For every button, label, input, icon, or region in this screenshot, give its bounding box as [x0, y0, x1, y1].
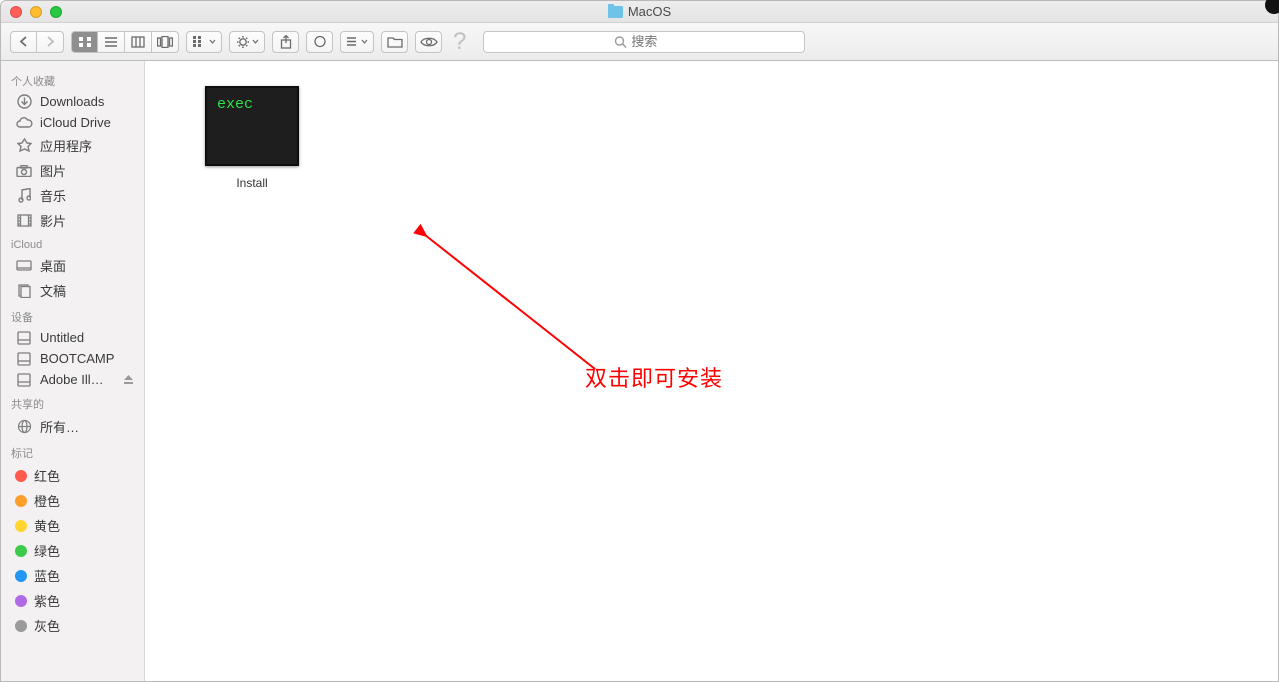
folder-icon — [608, 6, 623, 18]
sidebar-item-label: 红色 — [34, 466, 60, 485]
sidebar-item-untitled[interactable]: Untitled — [1, 327, 144, 348]
tags-button[interactable] — [306, 31, 333, 53]
eject-icon[interactable] — [123, 374, 134, 385]
sidebar-item-label: 文稿 — [40, 281, 66, 300]
sidebar-item-label: 桌面 — [40, 256, 66, 275]
gallery-view-button[interactable] — [152, 31, 179, 53]
action-button[interactable] — [229, 31, 265, 53]
sidebar-item-label: 图片 — [40, 161, 66, 180]
sidebar-item-label: 应用程序 — [40, 136, 92, 155]
sidebar-tag-red[interactable]: 红色 — [1, 463, 144, 488]
sidebar-item-desktop[interactable]: 桌面 — [1, 253, 144, 278]
sidebar-item-music[interactable]: 音乐 — [1, 183, 144, 208]
film-icon — [15, 214, 33, 227]
exec-badge-label: exec — [217, 96, 253, 113]
desktop-icon — [15, 260, 33, 272]
sidebar-item-label: 所有… — [40, 417, 79, 436]
forward-button[interactable] — [37, 31, 64, 53]
sidebar-item-label: 蓝色 — [34, 566, 60, 585]
sidebar-tag-green[interactable]: 绿色 — [1, 538, 144, 563]
sidebar-tag-orange[interactable]: 橙色 — [1, 488, 144, 513]
sidebar: 个人收藏 Downloads iCloud Drive 应用程序 图片 音乐 — [1, 61, 145, 681]
sidebar-item-all-shared[interactable]: 所有… — [1, 414, 144, 439]
sidebar-item-label: Untitled — [40, 330, 84, 345]
window-title: MacOS — [628, 4, 671, 19]
file-install[interactable]: exec Install — [205, 86, 299, 190]
sidebar-item-label: 绿色 — [34, 541, 60, 560]
tag-dot-icon — [15, 545, 27, 557]
sidebar-item-icloud-drive[interactable]: iCloud Drive — [1, 112, 144, 133]
sidebar-item-label: 橙色 — [34, 491, 60, 510]
annotation-arrow — [400, 221, 610, 391]
sidebar-item-applications[interactable]: 应用程序 — [1, 133, 144, 158]
sidebar-item-label: Adobe Ill… — [40, 372, 104, 387]
minimize-window-button[interactable] — [30, 6, 42, 18]
list-view-button[interactable] — [98, 31, 125, 53]
quick-look-button[interactable] — [415, 31, 442, 53]
tag-dot-icon — [15, 520, 27, 532]
disk-icon — [15, 331, 33, 345]
file-label: Install — [236, 176, 267, 190]
sidebar-item-label: Downloads — [40, 94, 104, 109]
music-icon — [15, 188, 33, 203]
tag-dot-icon — [15, 470, 27, 482]
disk-icon — [15, 373, 33, 387]
sidebar-item-label: 影片 — [40, 211, 66, 230]
sidebar-item-adobe[interactable]: Adobe Ill… — [1, 369, 144, 390]
view-mode-buttons — [71, 31, 179, 53]
documents-icon — [15, 284, 33, 298]
toolbar: ? — [1, 23, 1278, 61]
column-view-button[interactable] — [125, 31, 152, 53]
applications-icon — [15, 138, 33, 153]
nav-buttons — [10, 31, 64, 53]
disk-icon — [15, 352, 33, 366]
icon-view-button[interactable] — [71, 31, 98, 53]
tag-dot-icon — [15, 595, 27, 607]
sidebar-tag-purple[interactable]: 紫色 — [1, 588, 144, 613]
download-icon — [15, 94, 33, 109]
favorites-header: 个人收藏 — [1, 67, 144, 91]
sidebar-item-downloads[interactable]: Downloads — [1, 91, 144, 112]
titlebar: MacOS — [1, 1, 1278, 23]
finder-window: MacOS — [0, 0, 1279, 682]
new-folder-button[interactable] — [381, 31, 408, 53]
sidebar-item-label: 音乐 — [40, 186, 66, 205]
share-button[interactable] — [272, 31, 299, 53]
globe-icon — [15, 419, 33, 434]
sidebar-item-movies[interactable]: 影片 — [1, 208, 144, 233]
tag-dot-icon — [15, 495, 27, 507]
shared-header: 共享的 — [1, 390, 144, 414]
sidebar-item-label: 灰色 — [34, 616, 60, 635]
sidebar-tag-blue[interactable]: 蓝色 — [1, 563, 144, 588]
exec-file-icon: exec — [205, 86, 299, 166]
close-window-button[interactable] — [10, 6, 22, 18]
icloud-header: iCloud — [1, 233, 144, 253]
sidebar-item-label: BOOTCAMP — [40, 351, 114, 366]
sidebar-item-documents[interactable]: 文稿 — [1, 278, 144, 303]
back-button[interactable] — [10, 31, 37, 53]
devices-header: 设备 — [1, 303, 144, 327]
sidebar-item-label: iCloud Drive — [40, 115, 111, 130]
sidebar-item-pictures[interactable]: 图片 — [1, 158, 144, 183]
cloud-icon — [15, 117, 33, 129]
annotation-text: 双击即可安装 — [585, 361, 723, 393]
tag-dot-icon — [15, 570, 27, 582]
sidebar-tag-gray[interactable]: 灰色 — [1, 613, 144, 638]
sidebar-tag-yellow[interactable]: 黄色 — [1, 513, 144, 538]
camera-icon — [15, 165, 33, 177]
sidebar-item-label: 黄色 — [34, 516, 60, 535]
dropdown-button[interactable] — [340, 31, 374, 53]
content-area[interactable]: exec Install 双击即可安装 — [145, 61, 1278, 681]
sidebar-item-bootcamp[interactable]: BOOTCAMP — [1, 348, 144, 369]
group-by-button[interactable] — [186, 31, 222, 53]
sidebar-item-label: 紫色 — [34, 591, 60, 610]
help-icon: ? — [453, 28, 466, 56]
tag-dot-icon — [15, 620, 27, 632]
fullscreen-window-button[interactable] — [50, 6, 62, 18]
search-input[interactable] — [483, 31, 805, 53]
tags-header: 标记 — [1, 439, 144, 463]
